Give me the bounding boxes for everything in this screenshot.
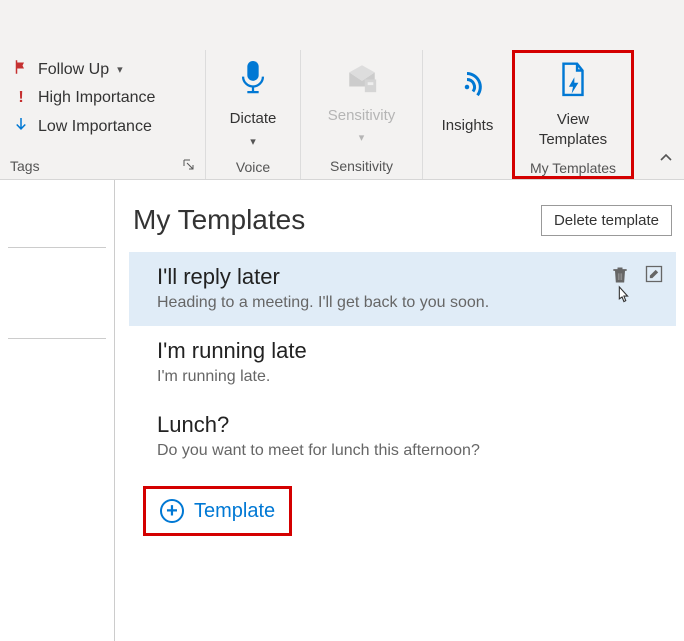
add-template-label: Template bbox=[194, 500, 275, 523]
insights-label: Insights bbox=[442, 116, 494, 136]
template-body: Do you want to meet for lunch this after… bbox=[157, 442, 658, 460]
divider bbox=[8, 338, 106, 339]
exclamation-icon: ! bbox=[12, 89, 30, 107]
template-item[interactable]: I'll reply later Heading to a meeting. I… bbox=[129, 252, 676, 326]
template-body: Heading to a meeting. I'll get back to y… bbox=[157, 294, 658, 312]
ribbon-group-tags: Follow Up ▾ ! High Importance Low Import… bbox=[0, 50, 205, 179]
ribbon: Follow Up ▾ ! High Importance Low Import… bbox=[0, 0, 684, 180]
down-arrow-icon bbox=[12, 115, 30, 138]
ribbon-group-sensitivity: Sensitivity ▾ Sensitivity bbox=[300, 50, 422, 179]
chevron-down-icon: ▾ bbox=[250, 135, 256, 148]
high-importance-label: High Importance bbox=[38, 89, 155, 107]
low-importance-button[interactable]: Low Importance bbox=[10, 111, 195, 142]
view-templates-label: View Templates bbox=[539, 110, 607, 149]
sensitivity-icon bbox=[345, 61, 379, 100]
insights-button[interactable]: Insights bbox=[438, 65, 498, 140]
microphone-icon bbox=[236, 58, 270, 103]
template-item[interactable]: I'm running late I'm running late. bbox=[129, 326, 676, 400]
cursor-pointer-icon bbox=[612, 284, 634, 315]
template-title: I'll reply later bbox=[157, 264, 658, 290]
left-nav-strip bbox=[0, 180, 115, 641]
template-lightning-icon bbox=[556, 61, 590, 104]
divider bbox=[8, 247, 106, 248]
add-template-button[interactable]: + Template bbox=[143, 486, 292, 536]
dictate-button[interactable]: Dictate ▾ bbox=[226, 54, 281, 152]
follow-up-button[interactable]: Follow Up ▾ bbox=[10, 54, 195, 85]
insights-icon bbox=[449, 69, 485, 110]
template-body: I'm running late. bbox=[157, 368, 658, 386]
low-importance-label: Low Importance bbox=[38, 118, 152, 136]
sensitivity-group-label: Sensitivity bbox=[330, 158, 393, 174]
flag-icon bbox=[12, 58, 30, 81]
edit-icon[interactable] bbox=[644, 264, 664, 291]
sensitivity-label: Sensitivity bbox=[328, 106, 396, 126]
dialog-launcher-icon[interactable] bbox=[183, 158, 195, 174]
chevron-down-icon: ▾ bbox=[359, 131, 365, 144]
template-item[interactable]: Lunch? Do you want to meet for lunch thi… bbox=[129, 400, 676, 474]
collapse-ribbon-icon[interactable] bbox=[658, 150, 674, 171]
workspace: My Templates Delete template I'll reply … bbox=[0, 180, 684, 641]
tags-group-label: Tags bbox=[10, 158, 40, 174]
voice-group-label: Voice bbox=[236, 159, 270, 175]
chevron-down-icon: ▾ bbox=[117, 63, 123, 76]
my-templates-group-label: My Templates bbox=[530, 160, 616, 176]
my-templates-pane: My Templates Delete template I'll reply … bbox=[115, 180, 684, 641]
high-importance-button[interactable]: ! High Importance bbox=[10, 85, 195, 111]
template-title: Lunch? bbox=[157, 412, 658, 438]
ribbon-group-insights: Insights bbox=[422, 50, 512, 179]
view-templates-button[interactable]: View Templates bbox=[535, 57, 611, 153]
pane-title: My Templates bbox=[133, 204, 305, 236]
ribbon-group-voice: Dictate ▾ Voice bbox=[205, 50, 300, 179]
sensitivity-button: Sensitivity ▾ bbox=[324, 57, 400, 149]
delete-template-button[interactable]: Delete template bbox=[541, 205, 672, 236]
dictate-label: Dictate bbox=[230, 109, 277, 129]
template-title: I'm running late bbox=[157, 338, 658, 364]
follow-up-label: Follow Up bbox=[38, 61, 109, 79]
ribbon-group-my-templates: View Templates My Templates bbox=[512, 50, 634, 179]
plus-circle-icon: + bbox=[160, 499, 184, 523]
